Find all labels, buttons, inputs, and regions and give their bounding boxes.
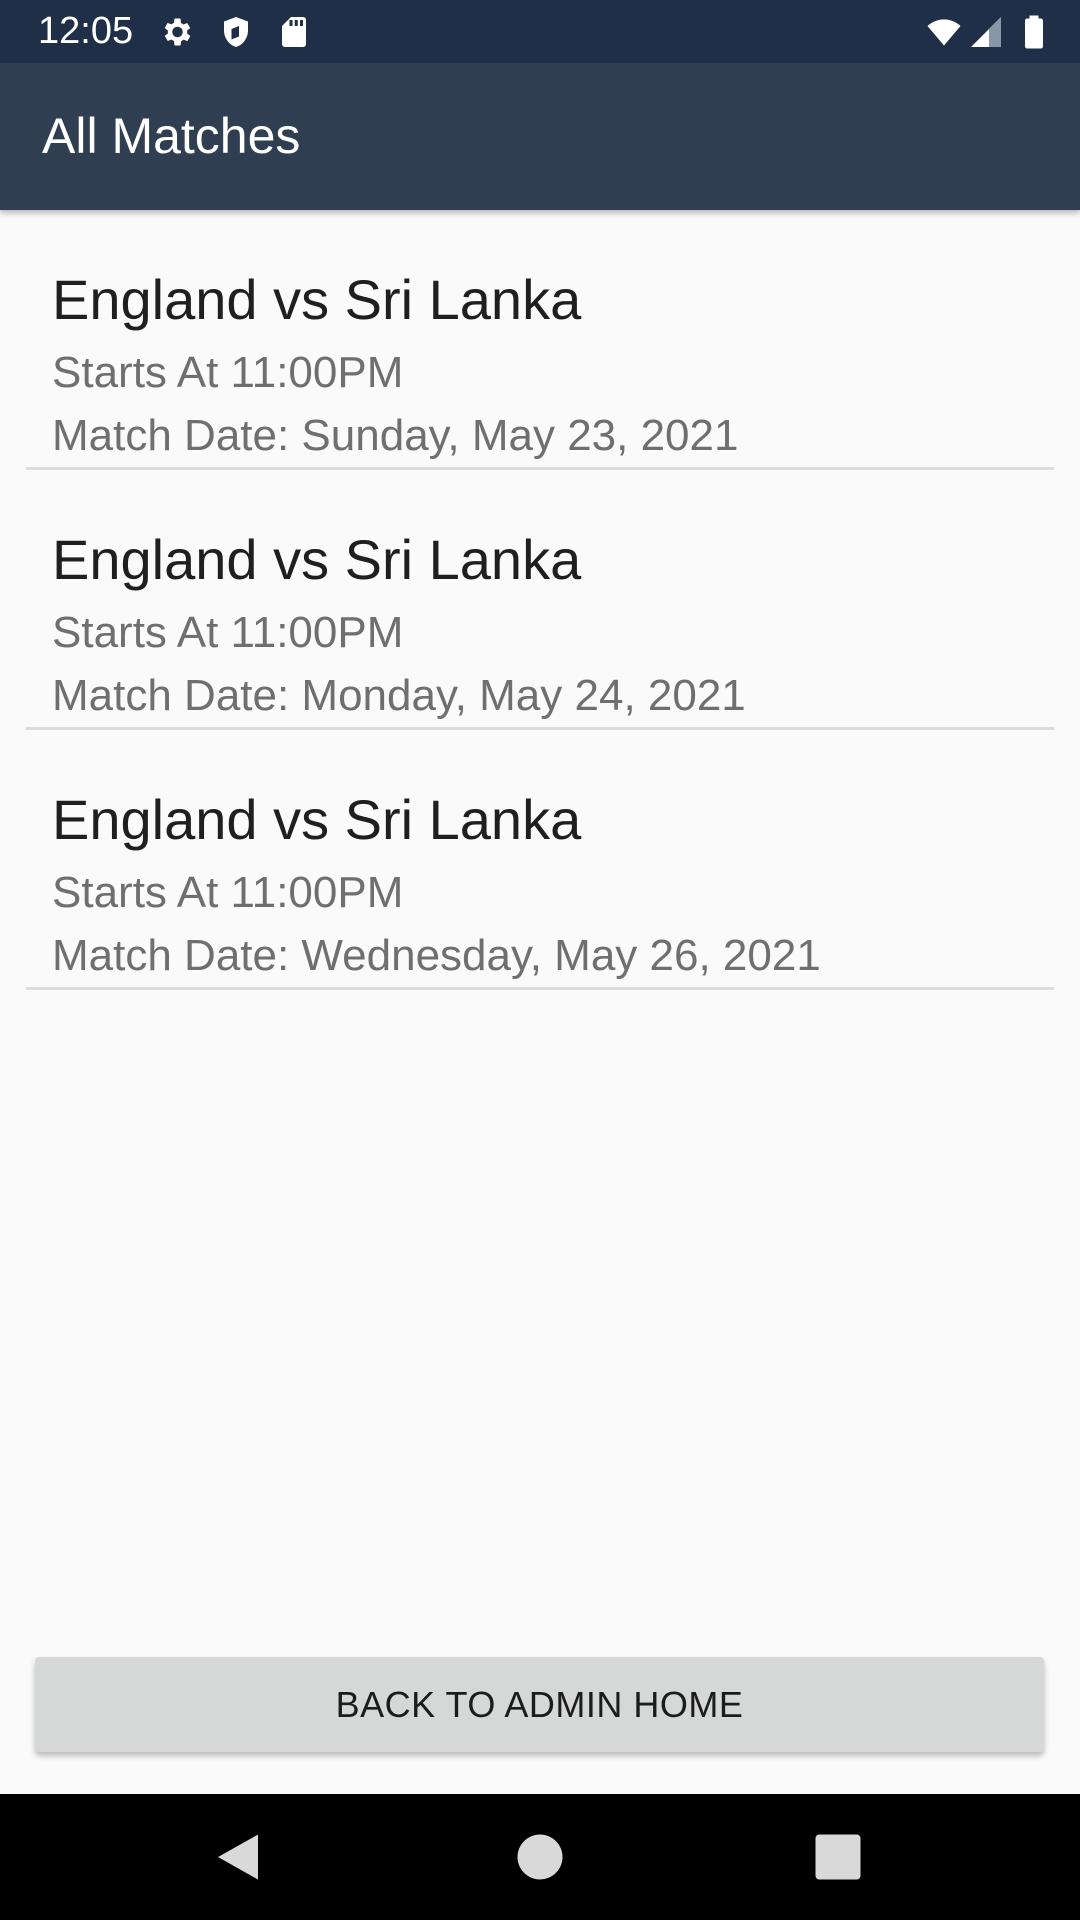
app-bar: All Matches <box>0 63 1080 210</box>
signal-icon <box>971 17 1001 47</box>
recents-square-icon[interactable] <box>808 1827 868 1887</box>
home-circle-icon[interactable] <box>510 1827 570 1887</box>
match-list: England vs Sri Lanka Starts At 11:00PM M… <box>0 210 1080 990</box>
match-item[interactable]: England vs Sri Lanka Starts At 11:00PM M… <box>26 730 1054 990</box>
match-date: Match Date: Sunday, May 23, 2021 <box>52 411 739 460</box>
status-time: 12:05 <box>38 10 134 52</box>
match-date: Match Date: Monday, May 24, 2021 <box>52 671 746 720</box>
gear-icon <box>164 18 191 46</box>
battery-icon <box>1025 15 1043 49</box>
match-item[interactable]: England vs Sri Lanka Starts At 11:00PM M… <box>26 470 1054 730</box>
navigation-bar <box>0 1794 1080 1920</box>
match-start-time: Starts At 11:00PM <box>52 868 404 917</box>
match-date: Match Date: Wednesday, May 26, 2021 <box>52 931 821 980</box>
match-start-time: Starts At 11:00PM <box>52 348 404 397</box>
back-triangle-icon[interactable] <box>208 1827 268 1887</box>
match-title: England vs Sri Lanka <box>52 788 582 851</box>
sd-card-icon <box>282 17 306 47</box>
shield-icon <box>224 17 248 47</box>
match-start-time: Starts At 11:00PM <box>52 608 404 657</box>
match-title: England vs Sri Lanka <box>52 528 582 591</box>
match-title: England vs Sri Lanka <box>52 268 582 331</box>
wifi-icon <box>927 19 961 46</box>
status-bar: 12:05 <box>0 0 1080 63</box>
page-title: All Matches <box>42 108 301 164</box>
back-to-admin-home-button[interactable]: BACK TO ADMIN HOME <box>35 1657 1044 1752</box>
match-item[interactable]: England vs Sri Lanka Starts At 11:00PM M… <box>26 210 1054 470</box>
